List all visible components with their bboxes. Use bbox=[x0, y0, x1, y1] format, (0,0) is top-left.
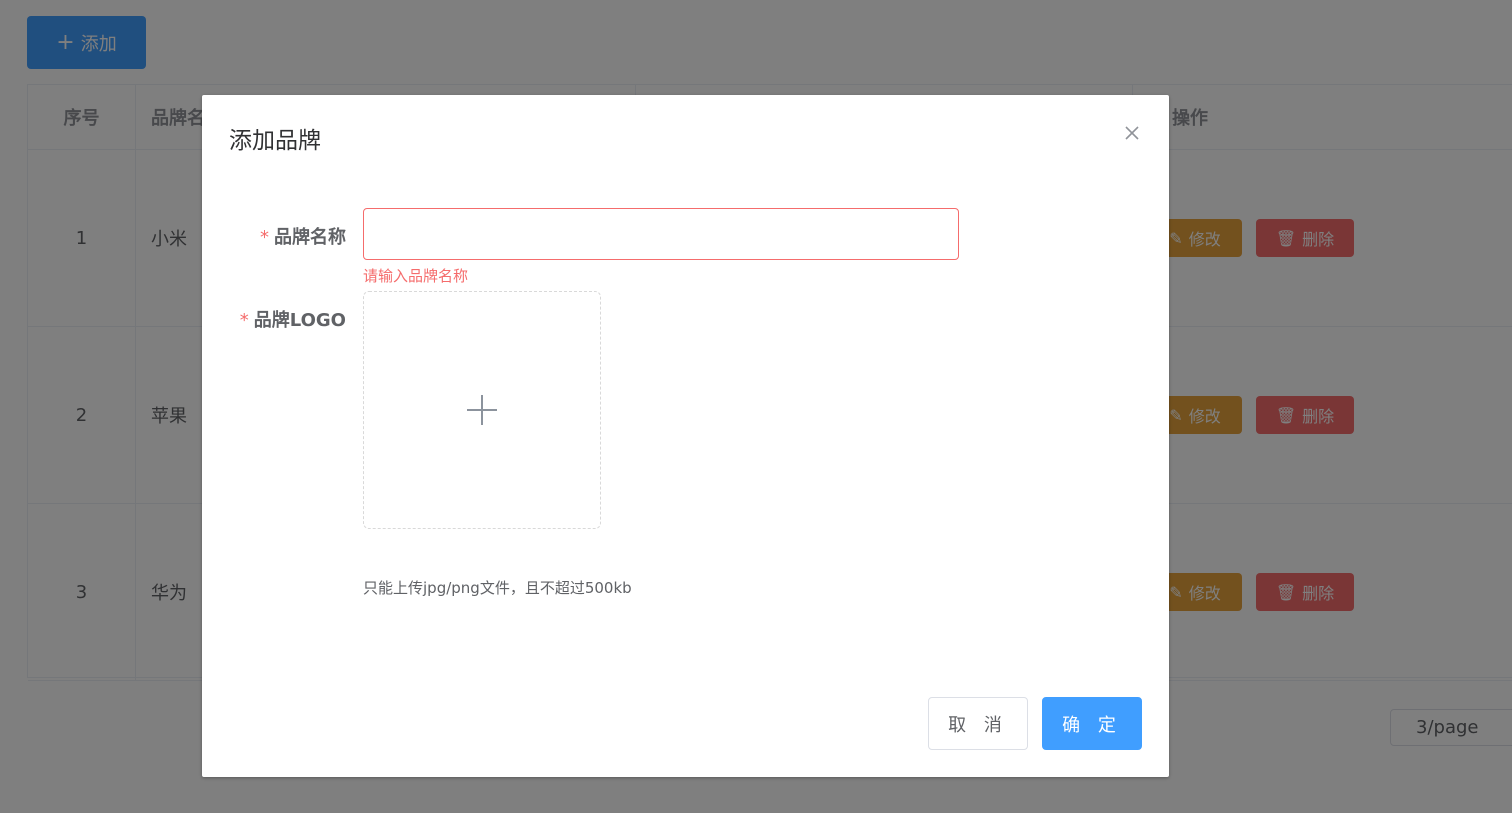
upload-tip: 只能上传jpg/png文件，且不超过500kb bbox=[363, 579, 632, 597]
brand-name-label: * 品牌名称 bbox=[260, 223, 346, 249]
brand-name-label-text: 品牌名称 bbox=[274, 227, 346, 248]
required-star: * bbox=[260, 227, 269, 248]
plus-icon bbox=[467, 395, 497, 425]
close-icon[interactable] bbox=[1120, 121, 1144, 145]
brand-logo-label: * 品牌LOGO bbox=[240, 306, 346, 332]
brand-management-page: + 添加 序号 品牌名称 操作 1 小米 ✎ 修改 🗑 删除 2 苹果 bbox=[0, 0, 1512, 813]
brand-name-error: 请输入品牌名称 bbox=[363, 267, 469, 285]
confirm-button[interactable]: 确 定 bbox=[1042, 697, 1142, 750]
logo-uploader[interactable] bbox=[363, 291, 601, 529]
dialog-title: 添加品牌 bbox=[229, 128, 321, 154]
brand-name-input[interactable] bbox=[363, 208, 959, 260]
required-star: * bbox=[239, 310, 249, 331]
add-brand-dialog: 添加品牌 * 品牌名称 请输入品牌名称 * 品牌LOGO 只能上传jpg/png文件… bbox=[202, 95, 1169, 777]
brand-logo-label-text: 品牌LOGO bbox=[253, 310, 346, 331]
cancel-button[interactable]: 取 消 bbox=[928, 697, 1028, 750]
